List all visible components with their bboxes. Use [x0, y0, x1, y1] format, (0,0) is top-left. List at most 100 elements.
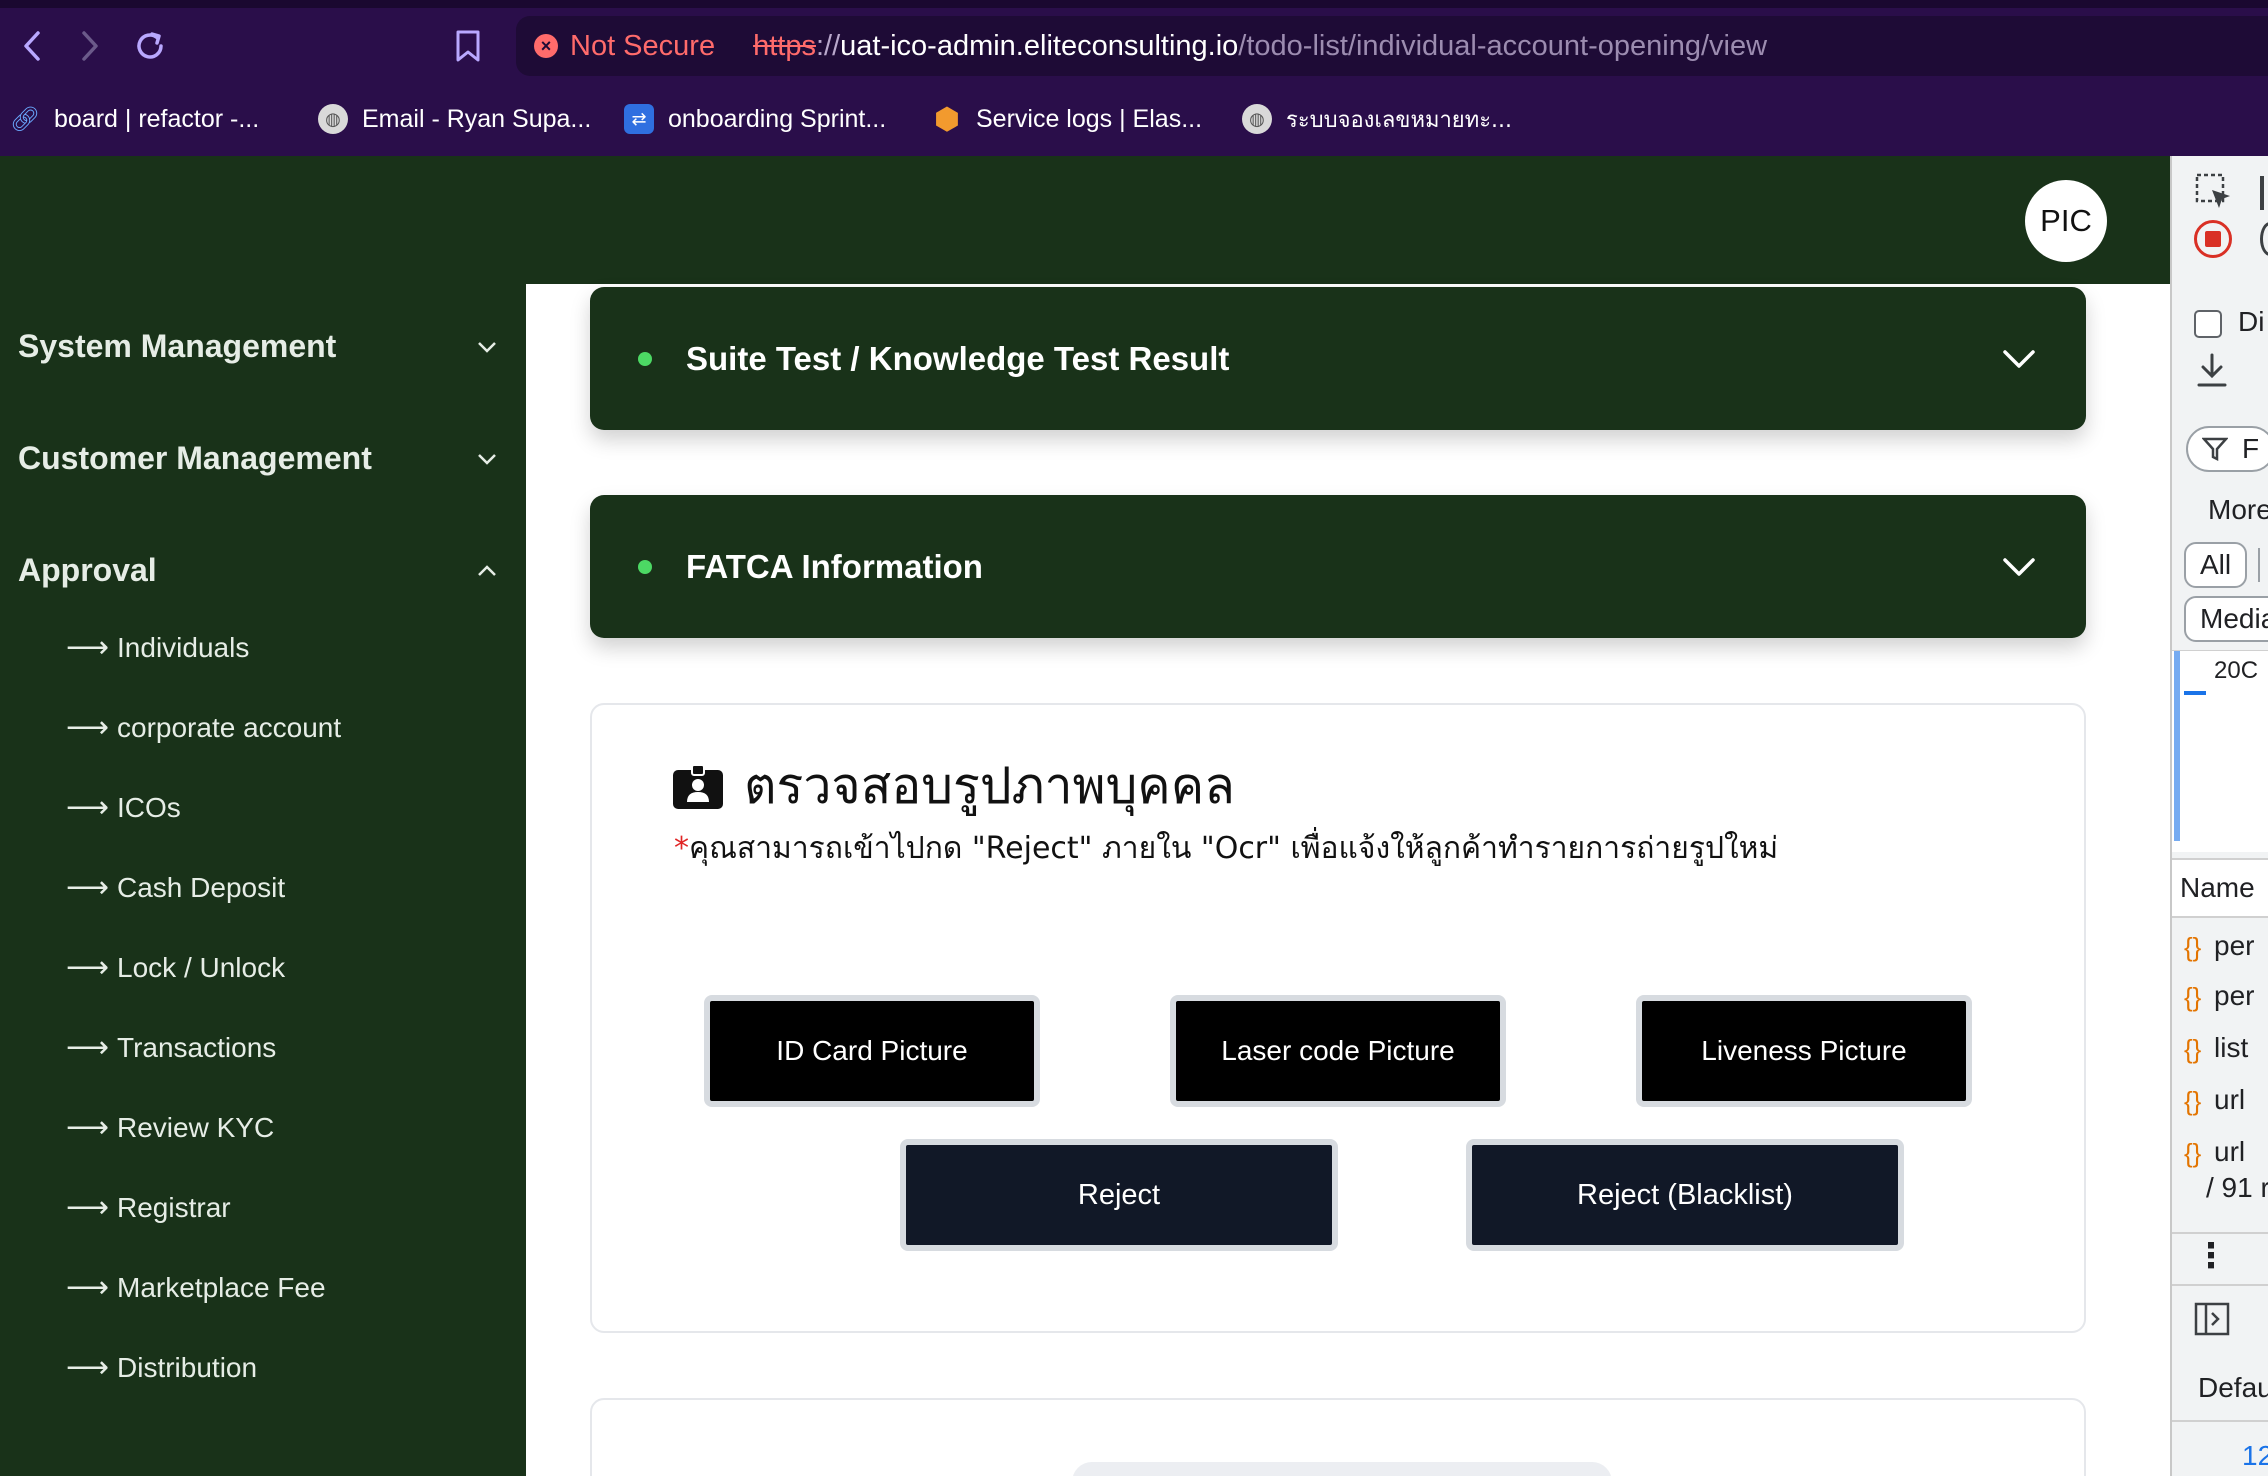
- sidebar-item-label: Distribution: [117, 1351, 258, 1383]
- network-table-header: Name: [2172, 858, 2268, 918]
- reload-icon: [137, 32, 163, 59]
- json-icon: {}: [2184, 1086, 2202, 1116]
- filter-media-button[interactable]: Media: [2184, 596, 2268, 642]
- sidebar-section-system-management[interactable]: System Management: [18, 328, 498, 365]
- disable-cache-checkbox[interactable]: [2194, 310, 2222, 338]
- json-icon: {}: [2184, 1138, 2202, 1168]
- request-count: / 91 r: [2206, 1172, 2268, 1203]
- reload-button[interactable]: [126, 22, 174, 70]
- network-request-row[interactable]: {} per: [2172, 928, 2268, 968]
- card-note-text: คุณสามารถเข้าไปกด "Reject" ภายใน "Ocr" เ…: [689, 831, 1779, 866]
- request-name: url: [2214, 1136, 2246, 1167]
- avatar[interactable]: PIC: [2025, 180, 2107, 262]
- sidebar-item-label: Review KYC: [117, 1111, 275, 1143]
- url-separator: ://: [815, 29, 841, 62]
- network-request-row[interactable]: {} per: [2172, 978, 2268, 1018]
- not-secure-label: Not Secure: [570, 29, 716, 62]
- id-card-picture-button[interactable]: ID Card Picture: [704, 995, 1040, 1107]
- sidebar-item-review-kyc[interactable]: ⟶ Review KYC: [66, 1110, 274, 1145]
- url-text[interactable]: https://uat-ico-admin.eliteconsulting.io…: [753, 30, 1767, 63]
- divider: [2172, 1420, 2268, 1422]
- bookmark-button[interactable]: [444, 22, 492, 70]
- filter-label: F: [2242, 433, 2260, 464]
- timeline-overview[interactable]: 20C: [2172, 650, 2268, 852]
- json-icon: {}: [2184, 932, 2202, 962]
- url-host: uat-ico-admin.eliteconsulting.io: [840, 29, 1239, 62]
- sidebar-section-customer-management[interactable]: Customer Management: [18, 440, 498, 477]
- sidebar-item-distribution[interactable]: ⟶ Distribution: [66, 1350, 257, 1385]
- chevron-down-icon: [478, 341, 496, 353]
- request-name: list: [2214, 1032, 2249, 1063]
- filter-all-button[interactable]: All: [2184, 542, 2248, 588]
- stop-icon: [2205, 231, 2221, 247]
- bookmark-label: onboarding Sprint...: [668, 104, 887, 133]
- accordion-fatca-information[interactable]: FATCA Information: [590, 495, 2086, 638]
- chevron-up-icon: [478, 564, 496, 576]
- name-column-header[interactable]: Name: [2180, 872, 2255, 904]
- bookmark-label: Service logs | Elas...: [976, 104, 1203, 133]
- hexagon-icon: ⬢: [933, 102, 961, 136]
- sidebar-item-icos[interactable]: ⟶ ICOs: [66, 790, 181, 825]
- sidebar-item-corporate-account[interactable]: ⟶ corporate account: [66, 710, 341, 745]
- browser-tab-strip: [0, 0, 2268, 8]
- required-mark: *: [674, 831, 689, 866]
- request-name: per: [2214, 980, 2255, 1011]
- bookmark-item[interactable]: 🔗︎ board | refactor -...: [10, 94, 259, 144]
- divider: [2258, 548, 2260, 582]
- bookmark-item[interactable]: ⬢ Service logs | Elas...: [932, 94, 1202, 144]
- sidebar-item-registrar[interactable]: ⟶ Registrar: [66, 1190, 231, 1225]
- jira-icon: ⇄: [624, 104, 654, 134]
- arrow-right-icon: ⟶: [66, 1191, 109, 1224]
- sidebar-item-marketplace-fee[interactable]: ⟶ Marketplace Fee: [66, 1270, 326, 1305]
- filter-input[interactable]: F: [2186, 426, 2268, 472]
- sidebar-item-lock-unlock[interactable]: ⟶ Lock / Unlock: [66, 950, 285, 985]
- network-request-row[interactable]: {} url: [2172, 1082, 2268, 1122]
- address-bar[interactable]: × Not Secure https://uat-ico-admin.elite…: [516, 16, 2268, 76]
- sidebar-item-label: Cash Deposit: [117, 871, 286, 903]
- inspect-element-icon[interactable]: [2194, 172, 2234, 212]
- accordion-title: FATCA Information: [686, 547, 983, 585]
- network-request-row[interactable]: {} url: [2172, 1134, 2268, 1174]
- chevron-left-icon: [24, 31, 40, 61]
- bookmark-label: ระบบจองเลขหมายทะ...: [1286, 107, 1512, 133]
- record-button[interactable]: [2194, 220, 2232, 258]
- sidebar-section-label: Customer Management: [18, 440, 372, 476]
- arrow-right-icon: ⟶: [66, 1031, 109, 1064]
- divider: [2172, 1232, 2268, 1234]
- security-indicator[interactable]: × Not Secure: [534, 30, 715, 63]
- back-button[interactable]: [8, 22, 56, 70]
- arrow-right-icon: ⟶: [66, 1351, 109, 1384]
- sidebar-section-approval[interactable]: Approval: [18, 552, 498, 589]
- console-line-number: 12: [2242, 1440, 2268, 1471]
- bookmark-item[interactable]: ◍ Email - Ryan Supa...: [318, 94, 591, 144]
- globe-icon: ◍: [318, 104, 348, 134]
- bookmark-label: board | refactor -...: [54, 104, 260, 133]
- clear-icon[interactable]: [2260, 222, 2268, 256]
- bookmark-item[interactable]: ◍ ระบบจองเลขหมายทะ...: [1242, 94, 1512, 144]
- laser-code-picture-button[interactable]: Laser code Picture: [1170, 995, 1506, 1107]
- next-card: [590, 1398, 2086, 1476]
- more-options-icon[interactable]: ⋮: [2194, 1236, 2228, 1276]
- chevron-down-icon: [2003, 557, 2035, 576]
- sidebar-item-transactions[interactable]: ⟶ Transactions: [66, 1030, 276, 1065]
- device-toolbar-icon[interactable]: [2260, 176, 2264, 210]
- network-request-row[interactable]: {} list: [2172, 1030, 2268, 1070]
- default-levels-label[interactable]: Defau: [2198, 1372, 2268, 1404]
- bookmark-item[interactable]: ⇄ onboarding Sprint...: [624, 94, 886, 144]
- liveness-picture-button[interactable]: Liveness Picture: [1636, 995, 1972, 1107]
- arrow-right-icon: ⟶: [66, 711, 109, 744]
- reject-blacklist-button[interactable]: Reject (Blacklist): [1466, 1139, 1904, 1251]
- sidebar-item-individuals[interactable]: ⟶ Individuals: [66, 630, 249, 665]
- bookmark-icon: [456, 30, 480, 62]
- accordion-suite-test[interactable]: Suite Test / Knowledge Test Result: [590, 287, 2086, 430]
- download-icon[interactable]: [2196, 352, 2228, 388]
- chevron-right-icon: [82, 31, 98, 61]
- sidebar-toggle-icon[interactable]: [2194, 1302, 2230, 1336]
- more-filters-link[interactable]: More: [2208, 494, 2268, 526]
- sidebar-item-label: Individuals: [117, 631, 250, 663]
- forward-button[interactable]: [66, 22, 114, 70]
- sidebar-item-cash-deposit[interactable]: ⟶ Cash Deposit: [66, 870, 285, 905]
- arrow-right-icon: ⟶: [66, 791, 109, 824]
- reject-button[interactable]: Reject: [900, 1139, 1338, 1251]
- chevron-down-icon: [478, 453, 496, 465]
